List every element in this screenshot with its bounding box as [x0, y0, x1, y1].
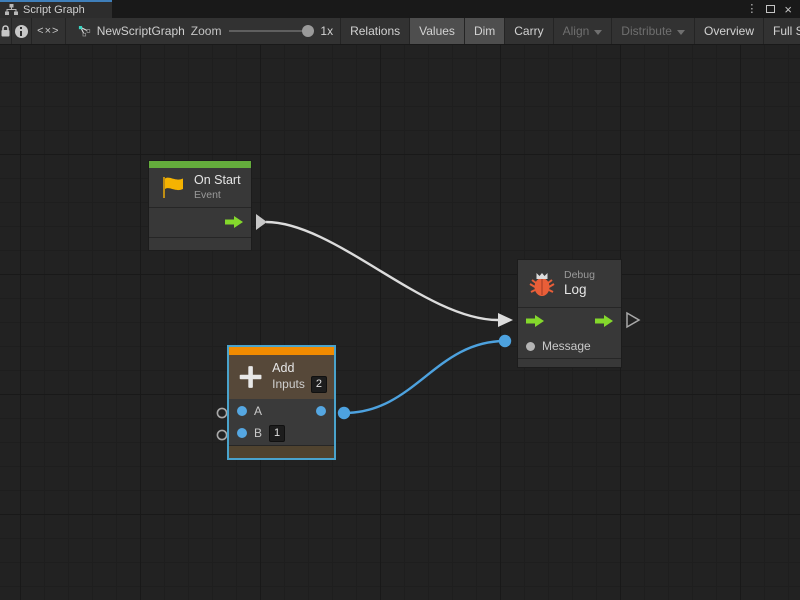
edge-endpoint-dot[interactable] — [338, 407, 350, 419]
align-dropdown[interactable]: Align — [554, 18, 613, 44]
zoom-slider-track — [229, 30, 304, 32]
fullscreen-button[interactable]: Full S — [764, 18, 800, 44]
node-body — [149, 208, 251, 237]
bug-icon — [528, 271, 556, 297]
port-row-b: B 1 — [229, 422, 334, 444]
chevron-down-icon — [677, 30, 685, 35]
onstart-trigger-output-port[interactable] — [256, 214, 267, 230]
node-on-start[interactable]: On Start Event — [148, 160, 252, 251]
tab-script-graph[interactable]: Script Graph — [0, 0, 112, 18]
window-controls: ⋮ × — [746, 0, 800, 18]
node-footer — [149, 238, 251, 250]
align-label: Align — [563, 24, 590, 38]
add-input-b-socket[interactable] — [217, 430, 226, 439]
zoom-slider-handle[interactable] — [302, 25, 314, 37]
edge-onstart-to-log[interactable] — [266, 222, 498, 320]
node-subtitle: Event — [194, 189, 241, 202]
node-header[interactable]: Debug Log — [518, 260, 621, 307]
dim-label: Dim — [474, 24, 495, 38]
trigger-ports-row — [518, 308, 621, 334]
input-a-label: A — [254, 404, 262, 418]
script-graph-asset-icon — [78, 25, 91, 37]
plus-icon — [237, 362, 264, 392]
message-input-port[interactable] — [526, 342, 535, 351]
chevron-down-icon — [594, 30, 602, 35]
message-port-row: Message — [518, 334, 621, 358]
trigger-input-arrow-icon[interactable] — [526, 315, 544, 327]
node-title: On Start — [194, 173, 241, 189]
node-accent-strip — [229, 347, 334, 355]
edge-arrowhead-icon — [498, 313, 513, 327]
lock-button[interactable] — [0, 18, 12, 44]
info-icon — [15, 25, 28, 38]
node-header[interactable]: Add Inputs 2 — [229, 355, 334, 399]
maximize-icon[interactable] — [766, 5, 775, 13]
message-port-label: Message — [542, 339, 591, 353]
node-add[interactable]: Add Inputs 2 A B 1 — [227, 345, 336, 460]
carry-button[interactable]: Carry — [505, 18, 553, 44]
input-b-label: B — [254, 426, 262, 440]
node-accent-strip — [149, 161, 251, 168]
relations-label: Relations — [350, 24, 400, 38]
log-trigger-output-socket[interactable] — [627, 313, 639, 327]
trigger-output-arrow-icon[interactable] — [225, 216, 243, 228]
inputs-count-field[interactable]: 2 — [311, 376, 327, 393]
graph-hierarchy-icon — [5, 4, 18, 16]
graph-toolbar: <×> NewScriptGraph Zoom 1x Relations Val… — [0, 18, 800, 45]
code-icon: <×> — [37, 25, 59, 37]
code-view-button[interactable]: <×> — [32, 18, 67, 44]
values-label: Values — [419, 24, 455, 38]
graph-canvas[interactable]: On Start Event Debug Log — [0, 45, 800, 600]
node-debug-log[interactable]: Debug Log Message — [517, 259, 622, 368]
relations-button[interactable]: Relations — [341, 18, 410, 44]
input-b-value-field[interactable]: 1 — [269, 425, 285, 442]
node-header[interactable]: On Start Event — [149, 168, 251, 207]
fullscreen-label: Full S — [773, 24, 800, 38]
dim-button[interactable]: Dim — [465, 18, 505, 44]
overview-label: Overview — [704, 24, 754, 38]
node-title: Add — [272, 361, 327, 377]
node-title: Log — [564, 282, 595, 299]
values-button[interactable]: Values — [410, 18, 465, 44]
carry-label: Carry — [514, 24, 543, 38]
node-body: Message — [518, 308, 621, 358]
port-row-a: A — [229, 400, 334, 422]
flag-icon — [159, 174, 186, 201]
input-b-port[interactable] — [237, 428, 247, 438]
window-menu-icon[interactable]: ⋮ — [746, 4, 757, 15]
node-body: A B 1 — [229, 399, 334, 445]
node-footer — [518, 359, 621, 369]
result-output-port[interactable] — [316, 406, 326, 416]
zoom-slider[interactable] — [227, 18, 314, 44]
add-input-a-socket[interactable] — [217, 408, 226, 417]
info-button[interactable] — [12, 18, 32, 44]
distribute-label: Distribute — [621, 24, 672, 38]
node-footer — [229, 446, 334, 458]
zoom-value: 1x — [320, 24, 333, 38]
inputs-label: Inputs — [272, 377, 305, 392]
edge-layer — [0, 45, 800, 600]
trigger-output-arrow-icon[interactable] — [595, 315, 613, 327]
graph-name[interactable]: NewScriptGraph — [97, 24, 185, 38]
close-icon[interactable]: × — [784, 3, 792, 16]
edge-endpoint-dot[interactable] — [499, 335, 511, 347]
graph-name-zoom-group: NewScriptGraph Zoom 1x — [66, 18, 341, 44]
overview-button[interactable]: Overview — [695, 18, 764, 44]
lock-icon — [0, 25, 11, 38]
zoom-label: Zoom — [191, 24, 222, 38]
tab-title: Script Graph — [23, 4, 85, 16]
input-a-port[interactable] — [237, 406, 247, 416]
title-bar: Script Graph ⋮ × — [0, 0, 800, 18]
distribute-dropdown[interactable]: Distribute — [612, 18, 695, 44]
edge-add-to-message[interactable] — [344, 341, 505, 413]
node-subtitle: Debug — [564, 269, 595, 282]
